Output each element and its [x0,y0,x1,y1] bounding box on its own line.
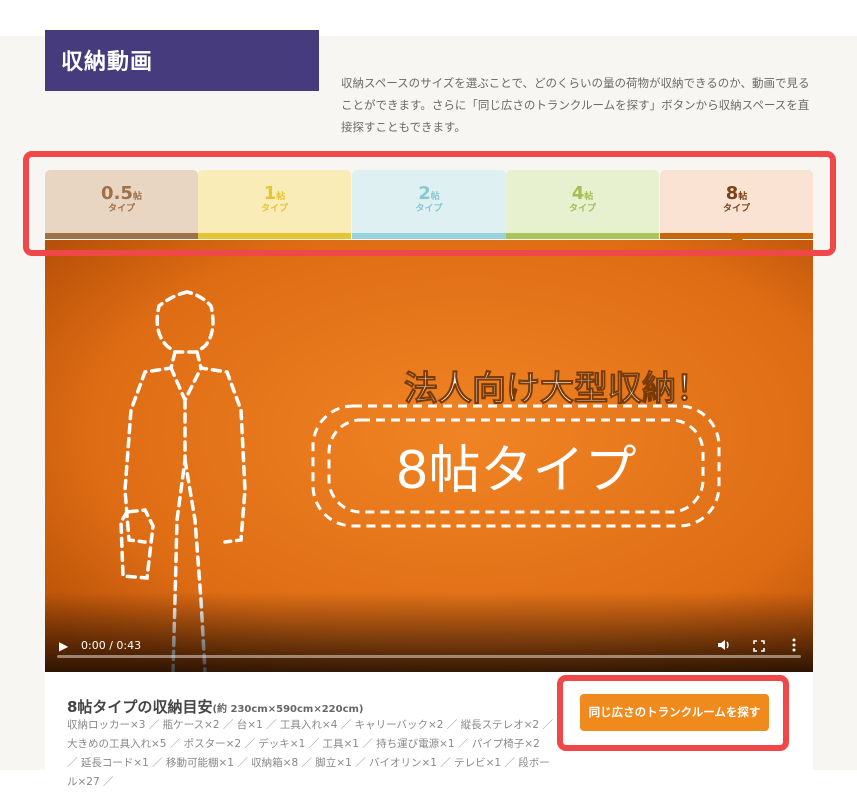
tabs-highlight [23,151,836,256]
time-display: 0:00 / 0:43 [81,639,142,652]
video-headline: 法人向け大型収納！ [404,369,710,409]
volume-icon[interactable] [717,637,731,656]
section-title: 収納動画 [45,30,319,91]
video-timeline[interactable] [57,655,801,658]
video-badge-text: 8帖タイプ [395,441,636,501]
cta-highlight [557,675,789,751]
info-title-text: 8帖タイプの収納目安 [67,698,213,716]
more-vert-icon[interactable] [791,637,797,656]
video-controls: ▶ 0:00 / 0:43 [45,622,813,672]
fullscreen-icon[interactable] [753,637,765,656]
storage-items-list: 収納ロッカー×3 ／ 瓶ケース×2 ／ 台×1 ／ 工具入れ×4 ／ キャリーバ… [67,719,553,788]
video-player[interactable]: 法人向け大型収納！ 8帖タイプ ▶ 0:00 / 0:43 [45,240,813,672]
section-description: 収納スペースのサイズを選ぶことで、どのくらいの量の荷物が収納できるのか、動画で見… [341,76,810,134]
storage-info-title: 8帖タイプの収納目安(約 230cm×590cm×220cm) [67,696,364,717]
info-size-text: (約 230cm×590cm×220cm) [212,704,364,715]
play-icon[interactable]: ▶ [59,639,68,653]
